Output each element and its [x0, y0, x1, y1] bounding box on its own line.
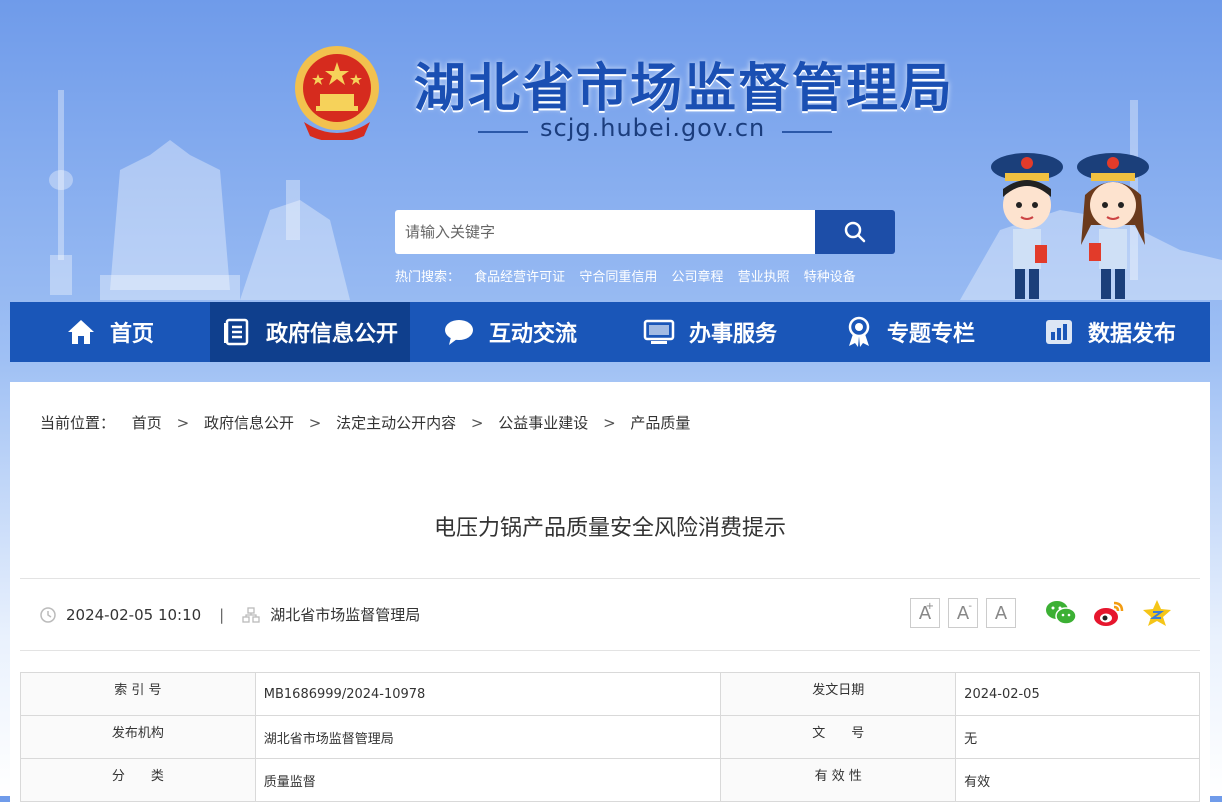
article-source: 湖北省市场监督管理局: [270, 606, 421, 624]
info-value: 无: [955, 715, 1200, 759]
divider: [20, 650, 1200, 651]
site-header: 湖北省市场监督管理局 scjg.hubei.gov.cn 热门搜索： 食品经营许…: [0, 0, 1222, 300]
info-value: MB1686999/2024-10978: [254, 672, 722, 716]
hot-search-label: 热门搜索：: [395, 270, 461, 285]
search-icon: [844, 221, 866, 243]
wechat-icon: [1046, 601, 1077, 625]
nav-label: 专题专栏: [886, 322, 975, 347]
site-title: 湖北省市场监督管理局: [414, 59, 955, 119]
info-value: 湖北省市场监督管理局: [254, 715, 722, 759]
domain-divider-right: [782, 131, 832, 133]
nav-interaction[interactable]: 互动交流: [410, 302, 610, 362]
info-key: 有 效 性: [720, 758, 957, 802]
clock-icon: [40, 606, 56, 623]
article-meta: 2024-02-05 10:10 | 湖北省市场监督管理局: [40, 604, 420, 625]
monitor-icon: [643, 319, 675, 344]
info-value: 有效: [955, 758, 1200, 802]
nav-label: 数据发布: [1087, 322, 1176, 347]
breadcrumb-item[interactable]: 法定主动公开内容: [336, 414, 456, 432]
breadcrumb-separator: >: [603, 414, 616, 432]
breadcrumb-label: 当前位置：: [40, 414, 116, 432]
hot-search-term[interactable]: 特种设备: [804, 270, 856, 285]
nav-gov-info[interactable]: 政府信息公开: [210, 302, 410, 362]
table-row: 索 引 号 MB1686999/2024-10978 发文日期 2024-02-…: [20, 672, 1200, 716]
site-domain: scjg.hubei.gov.cn: [540, 114, 766, 142]
info-key: 索 引 号: [20, 672, 256, 716]
breadcrumb-item[interactable]: 政府信息公开: [204, 414, 294, 432]
share-wechat-button[interactable]: [1044, 598, 1078, 628]
table-row: 分 类 质量监督 有 效 性 有效: [20, 758, 1200, 802]
weibo-icon: [1094, 601, 1124, 626]
search-button[interactable]: [815, 210, 895, 254]
font-size-controls: A + A - A: [910, 598, 1024, 628]
search-input[interactable]: [395, 210, 815, 254]
hot-search-term[interactable]: 守合同重信用: [579, 270, 657, 285]
document-info-table: 索 引 号 MB1686999/2024-10978 发文日期 2024-02-…: [20, 672, 1200, 802]
nav-services[interactable]: 办事服务: [610, 302, 810, 362]
breadcrumb-separator: >: [470, 414, 484, 432]
bar-chart-icon: [1045, 320, 1072, 344]
table-row: 发布机构 湖北省市场监督管理局 文 号 无: [20, 715, 1200, 759]
nav-data-release[interactable]: 数据发布: [1010, 302, 1210, 362]
info-key: 发文日期: [720, 672, 957, 716]
meta-divider: |: [219, 605, 225, 624]
font-reset-button[interactable]: A: [986, 598, 1016, 628]
share-weibo-button[interactable]: [1092, 598, 1126, 628]
font-increase-button[interactable]: A +: [910, 598, 940, 628]
home-icon: [67, 320, 94, 344]
info-key: 文 号: [720, 715, 957, 759]
organization-icon: [242, 606, 260, 623]
breadcrumb-separator: >: [176, 414, 190, 432]
nav-special-topics[interactable]: 专题专栏: [810, 302, 1010, 362]
domain-divider-left: [478, 131, 528, 133]
breadcrumb-item[interactable]: 公益事业建设: [498, 414, 588, 432]
info-key: 发布机构: [20, 715, 256, 759]
medal-icon: [848, 316, 870, 347]
nav-home[interactable]: 首页: [10, 302, 210, 362]
font-button-label: A: [994, 602, 1008, 624]
share-bar: [1044, 598, 1188, 628]
font-button-mark: +: [925, 601, 934, 612]
hot-search: 热门搜索： 食品经营许可证 守合同重信用 公司章程 营业执照 特种设备: [395, 266, 866, 285]
breadcrumb-separator: >: [308, 414, 322, 432]
font-button-label: A: [956, 602, 970, 624]
breadcrumb-item[interactable]: 首页: [132, 414, 162, 432]
national-emblem-icon: [295, 46, 379, 140]
favorite-star-icon: [1143, 600, 1171, 626]
article-panel: 当前位置： 首页 > 政府信息公开 > 法定主动公开内容 > 公益事业建设 > …: [10, 382, 1210, 802]
article-title: 电压力锅产品质量安全风险消费提示: [433, 516, 786, 541]
main-nav: 首页 政府信息公开 互动交流 办事服务 专题专栏 数据发布: [10, 302, 1210, 362]
breadcrumb-item[interactable]: 产品质量: [630, 414, 690, 432]
breadcrumb: 当前位置： 首页 > 政府信息公开 > 法定主动公开内容 > 公益事业建设 > …: [40, 412, 690, 433]
hot-search-term[interactable]: 营业执照: [738, 270, 790, 285]
nav-label: 首页: [109, 322, 154, 347]
info-value: 2024-02-05: [955, 672, 1200, 716]
hot-search-term[interactable]: 食品经营许可证: [474, 270, 565, 285]
nav-label: 政府信息公开: [265, 322, 398, 347]
nav-label: 办事服务: [688, 322, 777, 347]
publish-datetime: 2024-02-05 10:10: [66, 605, 202, 624]
font-button-mark: -: [968, 601, 972, 612]
divider: [20, 578, 1200, 579]
mascot-illustration: [991, 153, 1149, 299]
nav-label: 互动交流: [488, 322, 577, 347]
chat-bubble-icon: [444, 320, 473, 345]
favorite-button[interactable]: [1140, 598, 1174, 628]
info-key: 分 类: [20, 758, 256, 802]
info-value: 质量监督: [254, 758, 722, 802]
font-decrease-button[interactable]: A -: [948, 598, 978, 628]
document-icon: [223, 318, 249, 346]
hot-search-term[interactable]: 公司章程: [671, 270, 723, 285]
